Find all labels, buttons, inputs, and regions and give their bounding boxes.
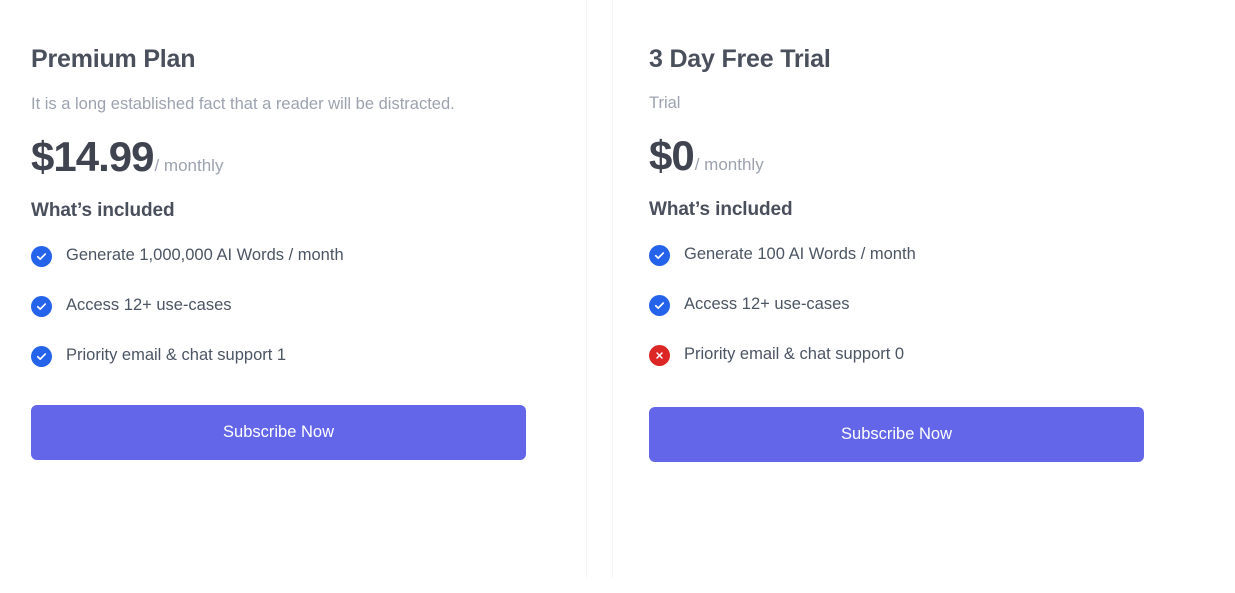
plan-description: It is a long established fact that a rea…: [31, 95, 455, 114]
feature-label: Access 12+ use-cases: [684, 295, 850, 314]
plan-title: Premium Plan: [31, 45, 196, 73]
plan-price-period: / monthly: [154, 155, 224, 175]
plan-price-amount: $0: [649, 131, 695, 179]
feature-label: Generate 100 AI Words / month: [684, 245, 916, 264]
check-circle-icon: [31, 245, 52, 267]
check-circle-icon: [649, 244, 670, 266]
list-item: Generate 1,000,000 AI Words / month: [31, 245, 586, 267]
list-item: Access 12+ use-cases: [649, 294, 1235, 316]
feature-label: Priority email & chat support 1: [66, 346, 287, 365]
feature-label: Generate 1,000,000 AI Words / month: [66, 246, 344, 265]
check-circle-icon: [31, 345, 52, 367]
plan-price-row: $14.99 / monthly: [31, 132, 586, 180]
pricing-plans-container: Premium Plan It is a long established fa…: [0, 0, 1235, 593]
list-item: Access 12+ use-cases: [31, 295, 586, 317]
plan-card-free-trial: 3 Day Free Trial Trial $0 / monthly What…: [612, 0, 1235, 578]
whats-included-heading: What’s included: [649, 198, 793, 220]
plan-price-period: / monthly: [694, 154, 764, 174]
subscribe-button[interactable]: Subscribe Now: [649, 406, 1144, 462]
plan-title: 3 Day Free Trial: [649, 45, 831, 73]
whats-included-heading: What’s included: [31, 199, 175, 221]
plan-card-premium: Premium Plan It is a long established fa…: [0, 0, 587, 578]
check-circle-icon: [31, 295, 52, 317]
subscribe-button[interactable]: Subscribe Now: [31, 404, 526, 460]
feature-label: Access 12+ use-cases: [66, 296, 232, 315]
check-circle-icon: [649, 294, 670, 316]
list-item: Priority email & chat support 0: [649, 344, 1235, 366]
list-item: Priority email & chat support 1: [31, 345, 586, 367]
plan-price-row: $0 / monthly: [649, 131, 1235, 179]
plan-description: Trial: [649, 94, 681, 113]
feature-label: Priority email & chat support 0: [684, 345, 905, 364]
feature-list: Generate 1,000,000 AI Words / month Acce…: [31, 245, 586, 367]
feature-list: Generate 100 AI Words / month Access 12+…: [649, 244, 1235, 366]
list-item: Generate 100 AI Words / month: [649, 244, 1235, 266]
x-circle-icon: [649, 344, 670, 366]
plan-price-amount: $14.99: [31, 132, 154, 180]
